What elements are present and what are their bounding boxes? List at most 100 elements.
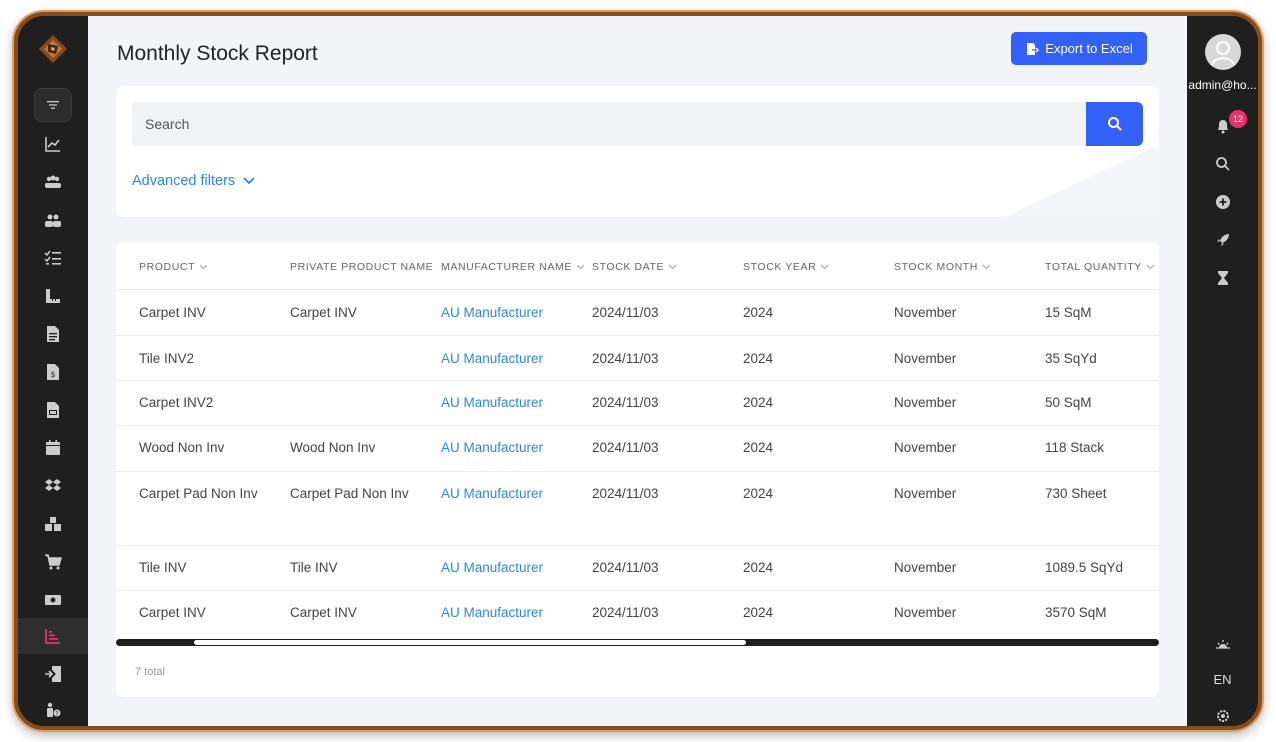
svg-text:?: ? xyxy=(55,710,58,717)
hourglass-icon[interactable] xyxy=(1187,264,1258,292)
manufacturer-link[interactable]: AU Manufacturer xyxy=(441,599,543,627)
column-header-product[interactable]: PRODUCT xyxy=(139,261,208,273)
cell-product: Carpet INV xyxy=(139,305,206,320)
app-window: $ ? Monthly Stock Report Export to Excel… xyxy=(14,12,1262,730)
users-group-icon[interactable] xyxy=(18,164,88,200)
stock-report-table: PRODUCT PRIVATE PRODUCT NAME MANUFACTURE… xyxy=(116,242,1159,697)
sun-icon[interactable] xyxy=(1187,630,1258,658)
column-header-private-product-name[interactable]: PRIVATE PRODUCT NAME xyxy=(290,261,433,273)
sort-chevron-icon xyxy=(668,264,677,270)
table-row: Wood Non Inv Wood Non Inv AU Manufacture… xyxy=(116,426,1159,472)
sort-chevron-icon xyxy=(982,264,991,270)
notification-badge: 12 xyxy=(1229,110,1247,128)
file-export-icon xyxy=(1027,42,1040,55)
app-logo[interactable] xyxy=(38,34,68,64)
cell-stock-year: 2024 xyxy=(743,395,774,410)
avatar[interactable] xyxy=(1205,34,1241,70)
manufacturer-link[interactable]: AU Manufacturer xyxy=(441,389,543,417)
bell-icon[interactable] xyxy=(1187,112,1258,140)
table-row: Carpet Pad Non Inv Carpet Pad Non Inv AU… xyxy=(116,472,1159,546)
cell-stock-month: November xyxy=(894,605,957,620)
sign-in-icon[interactable] xyxy=(18,656,88,692)
user-help-icon[interactable]: ? xyxy=(18,692,88,726)
cell-stock-year: 2024 xyxy=(743,605,774,620)
cell-private-name: Carpet INV xyxy=(290,605,357,620)
cell-total-quantity: 1089.5 SqYd xyxy=(1045,560,1124,575)
users-icon[interactable] xyxy=(18,202,88,238)
cell-stock-year: 2024 xyxy=(743,486,774,501)
cell-total-quantity: 730 Sheet xyxy=(1045,486,1107,501)
document-icon[interactable] xyxy=(18,316,88,352)
ruler-icon[interactable] xyxy=(18,278,88,314)
manufacturer-link[interactable]: AU Manufacturer xyxy=(441,480,543,508)
cell-stock-date: 2024/11/03 xyxy=(592,486,659,501)
sort-chevron-icon xyxy=(576,264,585,270)
user-email[interactable]: admin@ho... xyxy=(1187,78,1258,92)
cart-icon[interactable] xyxy=(18,544,88,580)
column-header-stock-date[interactable]: STOCK DATE xyxy=(592,261,677,273)
search-input[interactable] xyxy=(132,102,1086,146)
cell-stock-month: November xyxy=(894,395,957,410)
manufacturer-link[interactable]: AU Manufacturer xyxy=(441,299,543,327)
money-icon[interactable] xyxy=(18,582,88,618)
rocket-icon[interactable] xyxy=(1187,226,1258,254)
plus-circle-icon[interactable] xyxy=(1187,188,1258,216)
column-header-manufacturer-name[interactable]: MANUFACTURER NAME xyxy=(441,261,585,273)
cell-stock-date: 2024/11/03 xyxy=(592,440,659,455)
advanced-filters-toggle[interactable]: Advanced filters xyxy=(132,173,255,189)
horizontal-scrollbar[interactable] xyxy=(116,639,1159,646)
left-sidebar: $ ? xyxy=(18,16,88,726)
cell-stock-date: 2024/11/03 xyxy=(592,560,659,575)
cell-stock-date: 2024/11/03 xyxy=(592,395,659,410)
filter-icon[interactable] xyxy=(34,88,72,122)
invoice-icon[interactable]: $ xyxy=(18,354,88,390)
table-header: PRODUCT PRIVATE PRODUCT NAME MANUFACTURE… xyxy=(116,242,1159,290)
search-panel: Advanced filters xyxy=(116,86,1159,217)
cell-total-quantity: 3570 SqM xyxy=(1045,605,1107,620)
calendar-icon[interactable] xyxy=(18,430,88,466)
cell-stock-month: November xyxy=(894,560,957,575)
cell-stock-month: November xyxy=(894,351,957,366)
user-icon xyxy=(1211,41,1235,66)
checklist-icon[interactable] xyxy=(18,240,88,276)
manufacturer-link[interactable]: AU Manufacturer xyxy=(441,434,543,462)
cell-stock-year: 2024 xyxy=(743,440,774,455)
cell-product: Wood Non Inv xyxy=(139,440,225,455)
cell-total-quantity: 35 SqYd xyxy=(1045,351,1097,366)
boxes-icon[interactable] xyxy=(18,506,88,542)
table-row: Carpet INV Carpet INV AU Manufacturer 20… xyxy=(116,290,1159,336)
search-icon[interactable] xyxy=(1187,150,1258,178)
cell-stock-month: November xyxy=(894,305,957,320)
scrollbar-thumb[interactable] xyxy=(194,640,746,645)
cell-product: Tile INV xyxy=(139,560,187,575)
cell-product: Carpet INV xyxy=(139,605,206,620)
dropbox-icon[interactable] xyxy=(18,468,88,504)
main-content: Monthly Stock Report Export to Excel Adv… xyxy=(88,16,1187,726)
report-doc-icon[interactable] xyxy=(18,392,88,428)
cell-private-name: Wood Non Inv xyxy=(290,440,376,455)
cell-product: Tile INV2 xyxy=(139,351,195,366)
search-icon xyxy=(1107,117,1122,131)
manufacturer-link[interactable]: AU Manufacturer xyxy=(441,554,543,582)
chart-line-icon[interactable] xyxy=(18,126,88,162)
bar-chart-icon[interactable] xyxy=(18,618,88,654)
column-header-stock-year[interactable]: STOCK YEAR xyxy=(743,261,829,273)
language-selector[interactable]: EN xyxy=(1187,672,1258,687)
gear-icon[interactable] xyxy=(1187,702,1258,726)
column-header-total-quantity[interactable]: TOTAL QUANTITY xyxy=(1045,261,1155,273)
cell-total-quantity: 15 SqM xyxy=(1045,305,1092,320)
table-row: Tile INV2 AU Manufacturer 2024/11/03 202… xyxy=(116,336,1159,381)
manufacturer-link[interactable]: AU Manufacturer xyxy=(441,345,543,373)
cell-product: Carpet Pad Non Inv xyxy=(139,486,258,501)
decorative-shape xyxy=(999,147,1159,217)
total-count: 7 total xyxy=(135,666,165,678)
cell-stock-year: 2024 xyxy=(743,305,774,320)
export-excel-button[interactable]: Export to Excel xyxy=(1011,32,1147,65)
cell-total-quantity: 50 SqM xyxy=(1045,395,1092,410)
right-sidebar: admin@ho... 12 EN xyxy=(1187,16,1258,726)
search-button[interactable] xyxy=(1086,102,1143,146)
cell-stock-year: 2024 xyxy=(743,351,774,366)
column-header-stock-month[interactable]: STOCK MONTH xyxy=(894,261,991,273)
sort-chevron-icon xyxy=(199,264,208,270)
cell-stock-month: November xyxy=(894,440,957,455)
